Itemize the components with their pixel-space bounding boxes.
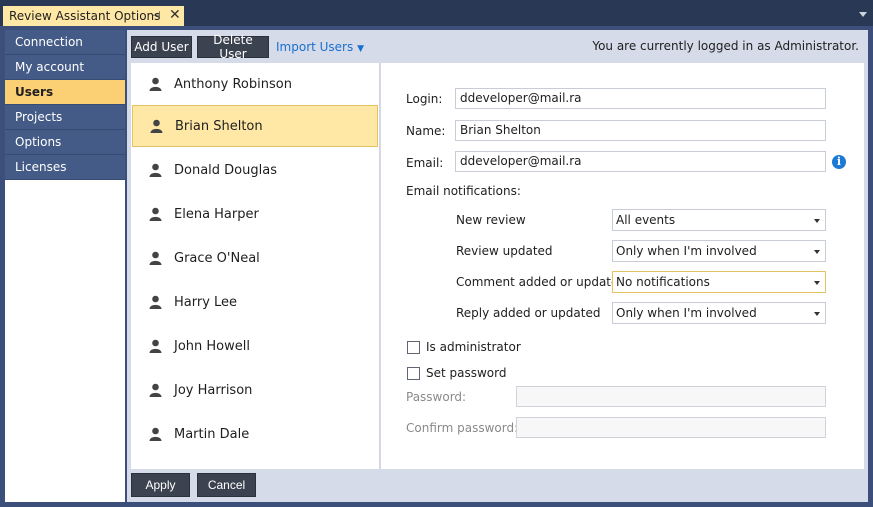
review-updated-value: Only when I'm involved xyxy=(616,244,757,258)
reply-added-label: Reply added or updated xyxy=(456,306,601,320)
user-name: Harry Lee xyxy=(174,294,238,310)
user-name: Elena Harper xyxy=(174,206,259,222)
user-name: Martin Dale xyxy=(174,426,250,442)
name-field[interactable]: Brian Shelton xyxy=(455,120,826,141)
is-administrator-label: Is administrator xyxy=(426,340,521,354)
set-password-label: Set password xyxy=(426,366,507,380)
sidebar-item-users[interactable]: Users xyxy=(5,80,125,105)
confirm-password-field[interactable] xyxy=(516,417,826,438)
user-list-item[interactable]: Elena Harper xyxy=(132,193,378,235)
pin-icon[interactable]: ⊣ xyxy=(151,9,161,22)
user-name: Grace O'Neal xyxy=(174,250,260,266)
add-user-button[interactable]: Add User xyxy=(131,36,192,58)
reply-added-value: Only when I'm involved xyxy=(616,306,757,320)
sidebar-item-connection[interactable]: Connection xyxy=(5,30,125,55)
review-updated-label: Review updated xyxy=(456,244,553,258)
comment-added-select[interactable]: No notifications xyxy=(612,271,826,293)
sidebar-nav: Connection My account Users Projects Opt… xyxy=(5,30,125,502)
sidebar-item-licenses[interactable]: Licenses xyxy=(5,155,125,180)
new-review-value: All events xyxy=(616,213,676,227)
email-field[interactable]: ddeveloper@mail.ra xyxy=(455,151,826,172)
comment-added-label: Comment added or updated xyxy=(456,275,626,289)
reply-added-select[interactable]: Only when I'm involved xyxy=(612,302,826,324)
sidebar-item-options[interactable]: Options xyxy=(5,130,125,155)
user-list-item[interactable]: Martin Dale xyxy=(132,413,378,455)
window-menu-chevron-icon[interactable] xyxy=(859,12,867,17)
person-icon xyxy=(149,339,162,353)
chevron-down-icon xyxy=(814,250,820,254)
apply-button[interactable]: Apply xyxy=(131,473,190,497)
email-notifications-heading: Email notifications: xyxy=(406,184,521,198)
options-tab[interactable]: Review Assistant Options ⊣ ✕ xyxy=(3,6,184,26)
person-icon xyxy=(149,427,162,441)
tab-title: Review Assistant Options xyxy=(9,9,161,23)
chevron-down-icon xyxy=(814,281,820,285)
cancel-button[interactable]: Cancel xyxy=(197,473,256,497)
user-name: John Howell xyxy=(174,338,250,354)
confirm-password-label: Confirm password: xyxy=(406,421,519,435)
chevron-down-icon xyxy=(814,219,820,223)
import-users-link[interactable]: Import Users ▼ xyxy=(276,40,364,54)
user-list-item[interactable]: Joy Harrison xyxy=(132,369,378,411)
login-label: Login: xyxy=(406,92,443,106)
new-review-label: New review xyxy=(456,213,526,227)
user-list-item[interactable]: John Howell xyxy=(132,325,378,367)
user-name: Brian Shelton xyxy=(175,118,263,134)
login-field[interactable]: ddeveloper@mail.ra xyxy=(455,88,826,109)
users-panel: Add User Delete User Import Users ▼ You … xyxy=(127,30,868,502)
password-label: Password: xyxy=(406,390,467,404)
person-icon xyxy=(149,207,162,221)
person-icon xyxy=(149,77,162,91)
email-label: Email: xyxy=(406,156,444,170)
user-name: Donald Douglas xyxy=(174,162,277,178)
info-icon[interactable]: i xyxy=(832,155,846,169)
person-icon xyxy=(150,119,163,133)
import-users-label: Import Users xyxy=(276,40,354,54)
chevron-down-icon: ▼ xyxy=(357,44,364,54)
user-name: Anthony Robinson xyxy=(174,76,292,92)
user-list-item[interactable]: Donald Douglas xyxy=(132,149,378,191)
login-status-text: You are currently logged in as Administr… xyxy=(592,39,859,53)
password-field[interactable] xyxy=(516,386,826,407)
sidebar-item-projects[interactable]: Projects xyxy=(5,105,125,130)
delete-user-button[interactable]: Delete User xyxy=(197,33,269,61)
sidebar-item-my-account[interactable]: My account xyxy=(5,55,125,80)
review-updated-select[interactable]: Only when I'm involved xyxy=(612,240,826,262)
person-icon xyxy=(149,163,162,177)
name-label: Name: xyxy=(406,124,446,138)
set-password-checkbox[interactable] xyxy=(407,367,420,380)
person-icon xyxy=(149,295,162,309)
new-review-select[interactable]: All events xyxy=(612,209,826,231)
user-list: Anthony Robinson Brian Shelton Donald Do… xyxy=(131,63,380,469)
user-list-item-selected[interactable]: Brian Shelton xyxy=(132,105,378,147)
user-list-item[interactable]: Grace O'Neal xyxy=(132,237,378,279)
is-administrator-checkbox[interactable] xyxy=(407,341,420,354)
person-icon xyxy=(149,383,162,397)
user-list-item[interactable]: Harry Lee xyxy=(132,281,378,323)
user-name: Joy Harrison xyxy=(174,382,253,398)
comment-added-value: No notifications xyxy=(616,275,710,289)
close-icon[interactable]: ✕ xyxy=(169,7,181,23)
chevron-down-icon xyxy=(814,312,820,316)
user-details-form: Login: ddeveloper@mail.ra Name: Brian Sh… xyxy=(381,63,864,469)
title-bar: Review Assistant Options ⊣ ✕ xyxy=(0,0,873,26)
user-list-item[interactable]: Anthony Robinson xyxy=(132,63,378,105)
person-icon xyxy=(149,251,162,265)
